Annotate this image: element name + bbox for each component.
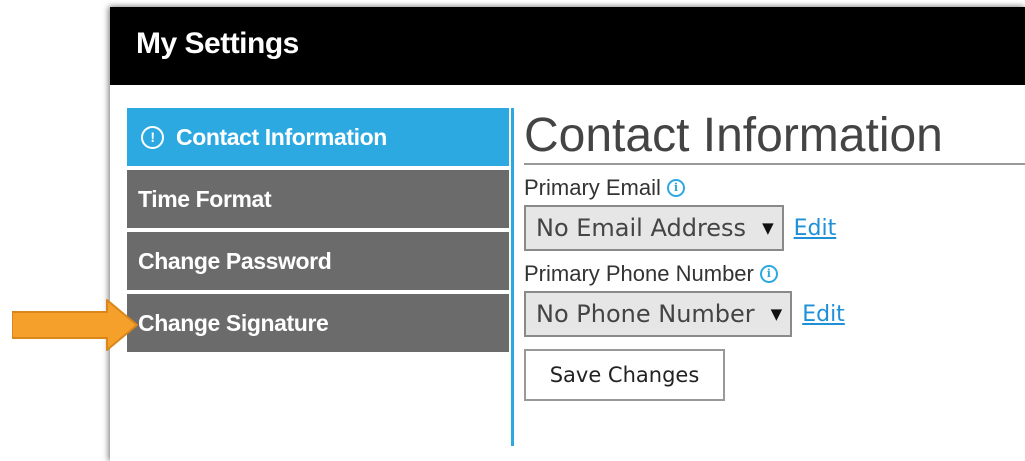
primary-phone-label-row: Primary Phone Number i <box>524 261 1025 287</box>
caret-down-icon: ▼ <box>770 305 783 323</box>
primary-email-label: Primary Email <box>524 175 661 200</box>
alert-circle-icon: ! <box>141 125 164 149</box>
primary-email-value: No Email Address <box>536 214 747 242</box>
save-changes-button[interactable]: Save Changes <box>524 349 725 401</box>
sidebar-item-label: Contact Information <box>176 123 387 150</box>
sidebar-item-label: Change Password <box>138 247 332 274</box>
caret-down-icon: ▼ <box>762 219 774 237</box>
primary-phone-label: Primary Phone Number <box>524 261 754 286</box>
arrow-right-icon <box>12 299 138 351</box>
primary-phone-row: No Phone Number ▼ Edit <box>524 291 1025 337</box>
primary-phone-value: No Phone Number <box>536 300 755 328</box>
edit-phone-link[interactable]: Edit <box>802 302 845 327</box>
primary-phone-select[interactable]: No Phone Number ▼ <box>524 291 793 337</box>
sidebar-item-label: Time Format <box>138 185 272 212</box>
sidebar-item-change-password[interactable]: Change Password <box>127 232 509 290</box>
page-title: Contact Information <box>524 108 1025 165</box>
primary-email-row: No Email Address ▼ Edit <box>524 205 1025 251</box>
sidebar-item-label: Change Signature <box>138 309 329 336</box>
title-bar: My Settings <box>110 7 1025 85</box>
section-divider <box>511 108 514 446</box>
sidebar-item-contact-information[interactable]: ! Contact Information <box>127 108 509 166</box>
settings-window: My Settings ! Contact Information Time F… <box>110 7 1025 461</box>
sidebar-item-time-format[interactable]: Time Format <box>127 170 509 228</box>
primary-email-label-row: Primary Email i <box>524 175 1025 201</box>
info-icon[interactable]: i <box>759 265 778 283</box>
settings-sidebar: ! Contact Information Time Format Change… <box>127 108 509 356</box>
primary-email-select[interactable]: No Email Address ▼ <box>524 205 784 251</box>
sidebar-item-change-signature[interactable]: Change Signature <box>127 294 509 352</box>
contact-information-panel: Contact Information Primary Email i No E… <box>524 108 1025 401</box>
edit-email-link[interactable]: Edit <box>794 216 837 241</box>
window-title: My Settings <box>136 27 299 60</box>
info-icon[interactable]: i <box>666 179 685 197</box>
